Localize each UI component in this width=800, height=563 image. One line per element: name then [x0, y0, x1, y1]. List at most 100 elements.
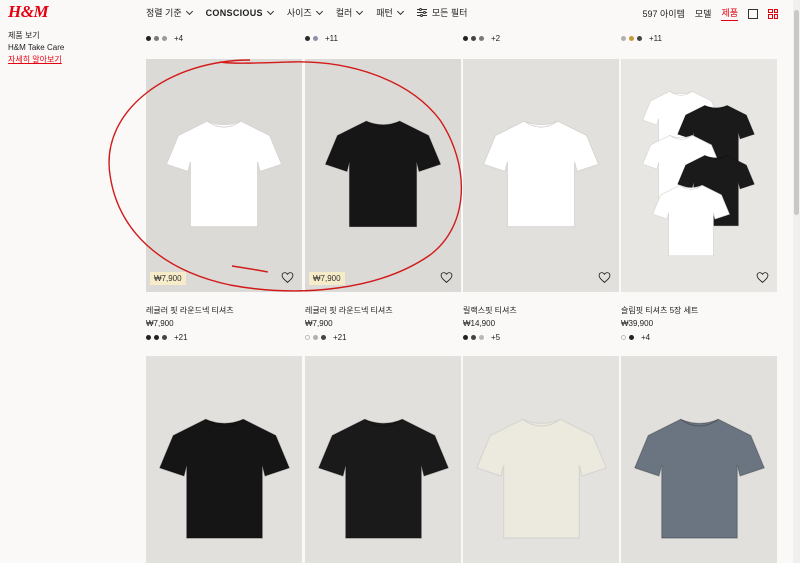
color-swatch[interactable]: [313, 335, 318, 340]
tshirt-image: [632, 396, 767, 561]
color-swatch[interactable]: [621, 36, 626, 41]
more-colors-count: +2: [491, 34, 501, 43]
color-swatch[interactable]: [154, 36, 159, 41]
product-name[interactable]: 릴랙스핏 티셔츠: [463, 305, 619, 316]
tshirt-image: [323, 99, 443, 249]
heart-icon[interactable]: [598, 271, 611, 284]
swatch-row: +11: [621, 34, 662, 43]
swatch-row: +11: [305, 34, 338, 43]
filter-size[interactable]: 사이즈: [286, 6, 323, 19]
chevron-down-icon: [396, 7, 404, 15]
color-swatch[interactable]: [471, 335, 476, 340]
color-swatch[interactable]: [305, 36, 310, 41]
filter-sort[interactable]: 정렬 기준: [146, 6, 193, 19]
product-image[interactable]: ₩7,900: [305, 59, 461, 292]
product-image[interactable]: [463, 59, 619, 292]
learn-more-link[interactable]: 자세히 알아보기: [8, 54, 64, 66]
product-price: ₩7,900: [305, 319, 333, 328]
more-colors-count: +4: [641, 333, 651, 342]
more-colors-count: +11: [649, 34, 662, 43]
filter-bar: 정렬 기준 CONSCIOUS 사이즈 컬러 패턴 모든 필터: [146, 6, 467, 19]
color-swatch[interactable]: [629, 36, 634, 41]
product-name[interactable]: 슬림핏 티셔츠 5장 세트: [621, 305, 777, 316]
product-image[interactable]: [146, 356, 302, 563]
filter-pattern-label: 패턴: [376, 8, 393, 18]
color-swatch[interactable]: [321, 335, 326, 340]
chevron-down-icon: [356, 7, 364, 15]
heart-icon[interactable]: [440, 271, 453, 284]
color-swatch[interactable]: [621, 335, 626, 340]
color-swatch[interactable]: [146, 335, 151, 340]
color-swatch[interactable]: [479, 36, 484, 41]
filter-conscious[interactable]: CONSCIOUS: [205, 6, 274, 19]
price-tag: ₩7,900: [309, 272, 345, 285]
product-name[interactable]: 레귤러 핏 라운드넥 티셔츠: [305, 305, 461, 316]
product-image[interactable]: [305, 356, 461, 563]
filter-color[interactable]: 컬러: [335, 6, 364, 19]
product-price: ₩7,900: [146, 319, 174, 328]
product-card[interactable]: [463, 356, 619, 563]
view-controls: 597 아이템 모델 제품: [643, 6, 778, 21]
heart-icon[interactable]: [756, 271, 769, 284]
more-colors-count: +5: [491, 333, 501, 342]
all-filters-button[interactable]: 모든 필터: [416, 6, 468, 19]
color-swatch[interactable]: [146, 36, 151, 41]
color-swatch[interactable]: [154, 335, 159, 340]
color-swatch[interactable]: [313, 36, 318, 41]
more-colors-count: +11: [325, 34, 338, 43]
filter-color-label: 컬러: [335, 8, 353, 18]
product-card[interactable]: [146, 356, 302, 563]
color-swatch[interactable]: [162, 335, 167, 340]
color-swatch[interactable]: [471, 36, 476, 41]
heart-icon[interactable]: [281, 271, 294, 284]
item-count: 597 아이템: [642, 9, 685, 19]
product-price: ₩14,900: [463, 319, 496, 328]
scrollbar[interactable]: [793, 0, 800, 563]
filter-size-label: 사이즈: [286, 8, 312, 18]
product-name[interactable]: 레귤러 핏 라운드넥 티셔츠: [146, 305, 302, 316]
brand-logo[interactable]: H&M: [8, 2, 49, 22]
product-card[interactable]: 슬림핏 티셔츠 5장 세트 ₩39,900 +4: [621, 59, 777, 342]
more-colors-count: +4: [174, 34, 184, 43]
product-image[interactable]: [621, 59, 777, 292]
product-card[interactable]: [305, 356, 461, 563]
product-card[interactable]: ₩7,900 레귤러 핏 라운드넥 티셔츠 ₩7,900 +21: [305, 59, 461, 342]
filter-conscious-label: CONSCIOUS: [205, 7, 263, 18]
color-swatch[interactable]: [305, 335, 310, 340]
product-card[interactable]: [621, 356, 777, 563]
scrollbar-thumb[interactable]: [794, 10, 799, 215]
color-swatch[interactable]: [162, 36, 167, 41]
filter-pattern[interactable]: 패턴: [376, 6, 404, 19]
color-swatch[interactable]: [629, 335, 634, 340]
swatch-row: +5: [463, 333, 619, 342]
swatch-row: +21: [146, 333, 302, 342]
swatch-row: +21: [305, 333, 461, 342]
product-image[interactable]: [463, 356, 619, 563]
chevron-down-icon: [266, 7, 274, 15]
tshirt-image: [651, 169, 731, 274]
more-colors-count: +21: [174, 333, 188, 342]
multi-grid-icon[interactable]: [768, 8, 778, 19]
single-grid-icon[interactable]: [748, 8, 758, 19]
product-card[interactable]: 릴랙스핏 티셔츠 ₩14,900 +5: [463, 59, 619, 342]
product-card[interactable]: ₩7,900 레귤러 핏 라운드넥 티셔츠 ₩7,900 +21: [146, 59, 302, 342]
tshirt-image: [157, 396, 292, 561]
filter-sort-label: 정렬 기준: [146, 8, 182, 18]
view-product-toggle[interactable]: 제품: [721, 6, 738, 21]
chevron-down-icon: [185, 7, 193, 15]
tshirt-image: [316, 396, 451, 561]
color-swatch[interactable]: [463, 36, 468, 41]
product-image[interactable]: [621, 356, 777, 563]
top-bar: H&M 정렬 기준 CONSCIOUS 사이즈 컬러 패턴 모든 필터 597 …: [0, 0, 800, 26]
view-model-toggle[interactable]: 모델: [695, 7, 712, 21]
sidebar: 제품 보기 H&M Take Care 자세히 알아보기: [8, 30, 64, 66]
sliders-icon: [416, 8, 427, 17]
color-swatch[interactable]: [637, 36, 642, 41]
product-image[interactable]: ₩7,900: [146, 59, 302, 292]
tshirt-image: [164, 99, 284, 249]
swatch-row: +4: [146, 34, 183, 43]
color-swatch[interactable]: [463, 335, 468, 340]
all-filters-label: 모든 필터: [431, 8, 468, 18]
color-swatch[interactable]: [479, 335, 484, 340]
swatch-row: +2: [463, 34, 500, 43]
